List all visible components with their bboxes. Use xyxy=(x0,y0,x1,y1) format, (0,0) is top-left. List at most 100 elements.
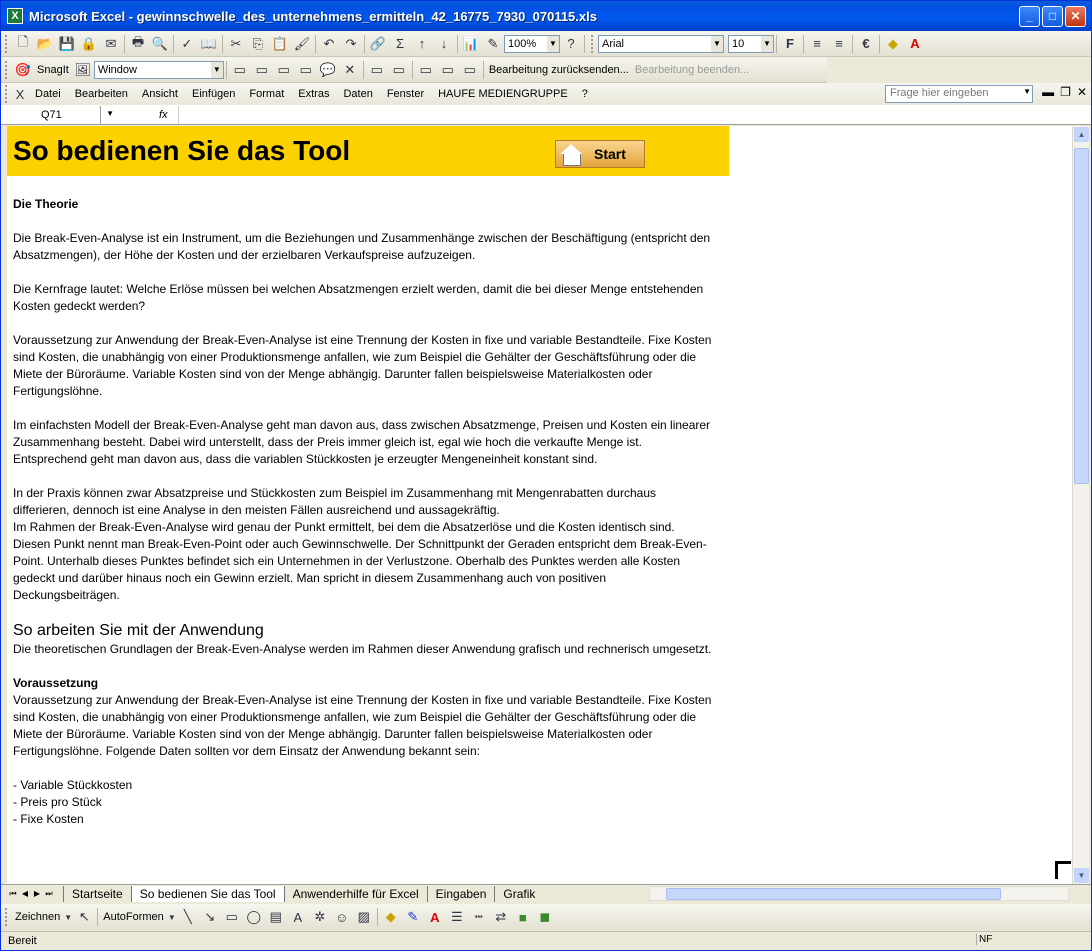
next-sheet-icon[interactable]: ▶ xyxy=(31,889,43,898)
zoom-combo[interactable]: 100% ▼ xyxy=(504,34,560,53)
cut-icon[interactable]: ✂ xyxy=(225,33,247,55)
review-prev-icon[interactable]: ▭ xyxy=(273,59,295,81)
textbox-icon[interactable]: ▤ xyxy=(265,906,287,928)
doc-close-icon[interactable]: ✕ xyxy=(1077,85,1087,99)
picture-icon[interactable]: ▨ xyxy=(353,906,375,928)
align-center-icon[interactable]: ≡ xyxy=(828,33,850,55)
chevron-down-icon[interactable]: ▼ xyxy=(210,61,223,78)
first-sheet-icon[interactable]: ⏮ xyxy=(7,889,19,899)
chevron-down-icon[interactable]: ▼ xyxy=(761,35,773,52)
drawing-icon[interactable]: ✎ xyxy=(482,33,504,55)
scroll-down-icon[interactable]: ▼ xyxy=(1074,868,1089,883)
return-review-button[interactable]: Bearbeitung zurücksenden... xyxy=(486,64,632,76)
toolbar-grip[interactable] xyxy=(5,60,8,79)
help-icon[interactable]: ? xyxy=(560,33,582,55)
maximize-button[interactable]: □ xyxy=(1042,5,1063,27)
tab-startseite[interactable]: Startseite xyxy=(63,885,131,902)
draw-menu-button[interactable]: Zeichnen xyxy=(12,911,63,923)
title-bar[interactable]: X Microsoft Excel - gewinnschwelle_des_u… xyxy=(1,1,1091,31)
name-box[interactable]: Q71 ▼ xyxy=(1,105,114,124)
tab-grafik[interactable]: Grafik xyxy=(494,885,543,902)
prev-sheet-icon[interactable]: ◀ xyxy=(19,889,31,898)
arrow-style-icon[interactable]: ⇄ xyxy=(490,906,512,928)
menu-daten[interactable]: Daten xyxy=(336,88,379,100)
font-color-icon[interactable]: A xyxy=(904,33,926,55)
diagram-icon[interactable]: ✲ xyxy=(309,906,331,928)
format-painter-icon[interactable]: 🖌 xyxy=(291,33,313,55)
euro-icon[interactable]: € xyxy=(855,33,877,55)
sort-ascending-icon[interactable]: ↑ xyxy=(411,33,433,55)
menu-extras[interactable]: Extras xyxy=(291,88,336,100)
workbook-icon[interactable]: X xyxy=(12,83,28,105)
sort-descending-icon[interactable]: ↓ xyxy=(433,33,455,55)
autoshapes-button[interactable]: AutoFormen xyxy=(100,911,167,923)
shadow-icon[interactable]: ■ xyxy=(512,906,534,928)
toolbar-grip[interactable] xyxy=(5,85,8,103)
fill-color-icon[interactable]: ◆ xyxy=(380,906,402,928)
start-button[interactable]: Start xyxy=(555,140,645,168)
sum-icon[interactable]: Σ xyxy=(389,33,411,55)
toolbar-grip[interactable] xyxy=(5,908,8,926)
3d-icon[interactable]: ◼ xyxy=(534,906,556,928)
fill-color-icon[interactable]: ◆ xyxy=(882,33,904,55)
line-style-icon[interactable]: ☰ xyxy=(446,906,468,928)
track-icon[interactable]: ▭ xyxy=(366,59,388,81)
horizontal-scroll-thumb[interactable] xyxy=(666,888,1001,900)
line-color-icon[interactable]: ✎ xyxy=(402,906,424,928)
snagit-settings-icon[interactable]: 🖼 xyxy=(72,59,94,81)
dash-style-icon[interactable]: ┅ xyxy=(468,906,490,928)
redo-icon[interactable]: ↷ xyxy=(340,33,362,55)
accept-icon[interactable]: ▭ xyxy=(388,59,410,81)
window-combo[interactable]: Window ▼ xyxy=(93,60,224,79)
line-icon[interactable]: ╲ xyxy=(177,906,199,928)
snagit-icon[interactable]: 🎯 xyxy=(12,59,34,81)
toolbar-grip[interactable] xyxy=(591,34,594,53)
help-search-input[interactable]: Frage hier eingeben ▼ xyxy=(885,85,1033,103)
vertical-scroll-thumb[interactable] xyxy=(1074,148,1089,484)
chart-wizard-icon[interactable]: 📊 xyxy=(460,33,482,55)
scroll-up-icon[interactable]: ▲ xyxy=(1074,127,1089,142)
tab-so-bedienen[interactable]: So bedienen Sie das Tool xyxy=(130,885,284,902)
permission-icon[interactable]: 🔒 xyxy=(78,33,100,55)
menu-ansicht[interactable]: Ansicht xyxy=(135,88,185,100)
vertical-scrollbar[interactable]: ▲ ▼ xyxy=(1072,126,1089,884)
chevron-down-icon[interactable]: ▼ xyxy=(1023,87,1031,96)
rectangle-icon[interactable]: ▭ xyxy=(221,906,243,928)
fx-icon[interactable]: fx xyxy=(159,109,168,121)
end-review-button[interactable]: Bearbeitung beenden... xyxy=(632,64,752,76)
toolbar-grip[interactable] xyxy=(5,34,8,53)
menu-haufe[interactable]: HAUFE MEDIENGRUPPE xyxy=(431,88,575,100)
chevron-down-icon[interactable]: ▼ xyxy=(711,35,723,52)
menu-einfuegen[interactable]: Einfügen xyxy=(185,88,242,100)
save-icon[interactable]: 💾 xyxy=(56,33,78,55)
worksheet[interactable]: So bedienen Sie das Tool Start Die Theor… xyxy=(7,126,1073,884)
snagit-button[interactable]: SnagIt xyxy=(34,64,72,76)
oval-icon[interactable]: ◯ xyxy=(243,906,265,928)
reply-icon[interactable]: ▭ xyxy=(459,59,481,81)
review-next-icon[interactable]: ▭ xyxy=(251,59,273,81)
menu-datei[interactable]: Datei xyxy=(28,88,68,100)
print-icon[interactable]: 🖶 xyxy=(127,33,149,55)
menu-bearbeiten[interactable]: Bearbeiten xyxy=(68,88,135,100)
spelling-icon[interactable]: ✓ xyxy=(176,33,198,55)
menu-fenster[interactable]: Fenster xyxy=(380,88,431,100)
doc-restore-icon[interactable]: ❐ xyxy=(1060,85,1071,99)
bold-button[interactable]: F xyxy=(779,33,801,55)
copy-icon[interactable]: ⎘ xyxy=(247,33,269,55)
print-preview-icon[interactable]: 🔍 xyxy=(149,33,171,55)
clipart-icon[interactable]: ☺ xyxy=(331,906,353,928)
chevron-down-icon[interactable]: ▼ xyxy=(547,35,559,52)
doc-minimize-icon[interactable]: ▬ xyxy=(1042,85,1054,99)
font-color-icon[interactable]: A xyxy=(424,906,446,928)
comment-icon[interactable]: 💬 xyxy=(317,59,339,81)
align-left-icon[interactable]: ≡ xyxy=(806,33,828,55)
new-icon[interactable]: 🗋 xyxy=(12,33,34,55)
wordart-icon[interactable]: A xyxy=(287,906,309,928)
menu-help[interactable]: ? xyxy=(575,88,595,100)
arrow-icon[interactable]: ↘ xyxy=(199,906,221,928)
reviewing-icon[interactable]: ▭ xyxy=(415,59,437,81)
font-combo[interactable]: Arial ▼ xyxy=(598,34,724,53)
chevron-down-icon[interactable]: ▼ xyxy=(106,109,114,118)
hyperlink-icon[interactable]: 🔗 xyxy=(367,33,389,55)
open-icon[interactable]: 📂 xyxy=(34,33,56,55)
